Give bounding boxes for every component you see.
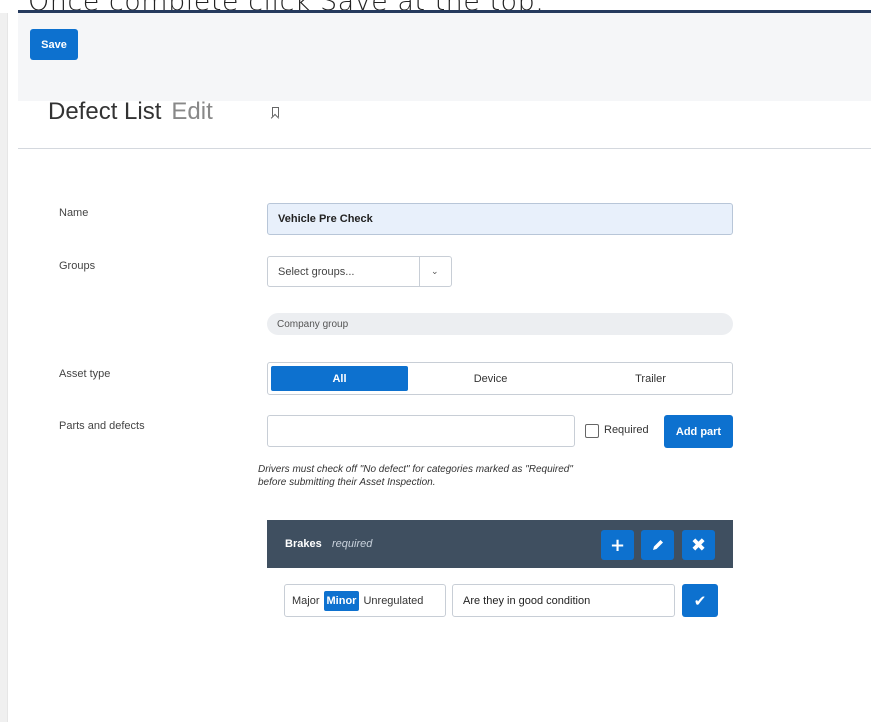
part-name-input[interactable] xyxy=(267,415,575,447)
groups-select[interactable]: Select groups... ⌄ xyxy=(267,256,452,287)
plus-icon: + xyxy=(609,534,626,556)
page-subtitle: Edit xyxy=(171,98,213,125)
page-title-text: Defect List xyxy=(48,98,162,125)
left-edge xyxy=(0,13,8,722)
name-field-value: Vehicle Pre Check xyxy=(278,213,373,225)
name-label: Name xyxy=(59,207,89,219)
close-icon: ✖ xyxy=(690,534,707,556)
bookmark-icon[interactable] xyxy=(272,107,279,117)
required-label[interactable]: Required xyxy=(604,424,649,436)
toolbar xyxy=(18,13,871,101)
group-chip[interactable]: Company group xyxy=(267,313,733,335)
save-button[interactable]: Save xyxy=(30,29,78,60)
category-header: Brakes required + ✖ xyxy=(267,520,733,568)
defect-description-value: Are they in good condition xyxy=(463,594,591,607)
severity-major[interactable]: Major xyxy=(290,593,322,609)
groups-label: Groups xyxy=(59,260,96,272)
pencil-icon xyxy=(652,540,663,550)
chevron-down-icon[interactable]: ⌄ xyxy=(431,266,439,277)
defect-description-input[interactable]: Are they in good condition xyxy=(452,584,675,617)
required-note: Drivers must check off "No defect" for c… xyxy=(258,463,658,489)
check-icon: ✔ xyxy=(693,591,707,610)
asset-type-label: Asset type xyxy=(59,368,111,380)
asset-type-device[interactable]: Device xyxy=(408,366,573,391)
asset-type-trailer[interactable]: Trailer xyxy=(573,366,728,391)
name-field[interactable]: Vehicle Pre Check xyxy=(267,203,733,235)
edit-category-button[interactable] xyxy=(641,530,674,560)
category-name: Brakes xyxy=(285,538,322,550)
asset-type-all[interactable]: All xyxy=(271,366,408,391)
delete-category-button[interactable]: ✖ xyxy=(682,530,715,560)
severity-minor[interactable]: Minor xyxy=(323,590,360,611)
asset-type-toggle: All Device Trailer xyxy=(267,362,733,395)
required-note-line2: before submitting their Asset Inspection… xyxy=(258,477,436,488)
add-part-button[interactable]: Add part xyxy=(664,415,733,448)
page-title: Defect List Edit xyxy=(48,98,213,126)
required-note-line1: Drivers must check off "No defect" for c… xyxy=(258,464,573,475)
add-defect-button[interactable]: + xyxy=(601,530,634,560)
groups-placeholder: Select groups... xyxy=(278,265,355,278)
confirm-defect-button[interactable]: ✔ xyxy=(682,584,718,617)
parts-label: Parts and defects xyxy=(59,420,145,432)
required-checkbox[interactable] xyxy=(585,424,599,438)
select-divider xyxy=(419,257,420,286)
severity-selector: Major Minor Unregulated xyxy=(284,584,446,617)
category-required-tag: required xyxy=(332,538,373,550)
severity-unregulated[interactable]: Unregulated xyxy=(361,593,425,609)
